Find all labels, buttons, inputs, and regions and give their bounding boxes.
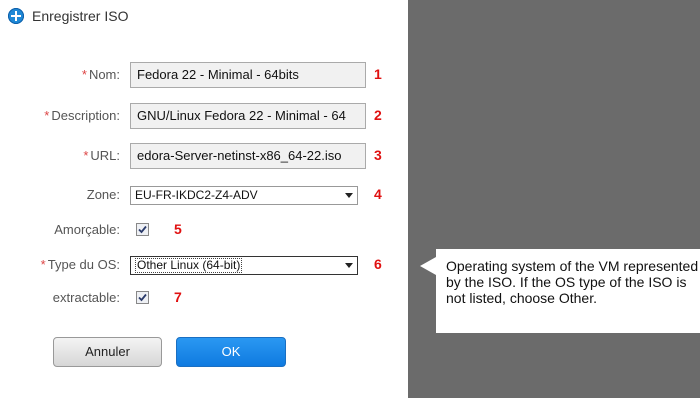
url-row: * URL: edora-Server-netinst-x86_64-22.iso… [0, 143, 408, 169]
name-row: * Nom: Fedora 22 - Minimal - 64bits 1 [0, 62, 408, 88]
dialog-title: Enregistrer ISO [32, 8, 129, 24]
annotation-number-1: 1 [374, 66, 382, 82]
name-label-text: Nom: [88, 67, 120, 82]
plus-circle-icon [8, 8, 24, 24]
extractable-label: extractable: [52, 290, 120, 305]
bootable-checkbox[interactable] [136, 223, 149, 236]
url-label-text: URL: [90, 148, 120, 163]
ok-button[interactable]: OK [176, 337, 286, 367]
cancel-button[interactable]: Annuler [53, 337, 162, 367]
annotation-number-7: 7 [174, 289, 182, 305]
url-label: * URL: [83, 147, 120, 165]
os-type-label: * Type du OS: [41, 256, 120, 274]
checkmark-icon [138, 293, 147, 302]
os-type-selected-value: Other Linux (64-bit) [135, 258, 243, 273]
extractable-checkbox[interactable] [136, 291, 149, 304]
annotation-number-2: 2 [374, 107, 382, 123]
chevron-down-icon [345, 263, 353, 268]
required-marker: * [83, 148, 89, 163]
annotation-number-5: 5 [174, 221, 182, 237]
required-marker: * [40, 257, 46, 272]
os-type-row: * Type du OS: Other Linux (64-bit) 6 [0, 252, 408, 278]
os-type-select[interactable]: Other Linux (64-bit) [130, 256, 358, 275]
extractable-row: extractable: 7 [0, 285, 408, 311]
checkmark-icon [138, 225, 147, 234]
description-input[interactable]: GNU/Linux Fedora 22 - Minimal - 64 [130, 103, 366, 129]
bootable-label: Amorçable: [54, 222, 120, 237]
name-input[interactable]: Fedora 22 - Minimal - 64bits [130, 62, 366, 88]
url-input[interactable]: edora-Server-netinst-x86_64-22.iso [130, 143, 366, 169]
annotation-number-3: 3 [374, 147, 382, 163]
description-label: * Description: [44, 107, 120, 125]
required-marker: * [44, 108, 50, 123]
annotation-number-6: 6 [374, 256, 382, 272]
zone-label: Zone: [86, 187, 120, 202]
description-label-text: Description: [51, 108, 120, 123]
zone-row: Zone: EU-FR-IKDC2-Z4-ADV 4 [0, 182, 408, 208]
required-marker: * [81, 67, 87, 82]
description-row: * Description: GNU/Linux Fedora 22 - Mini… [0, 103, 408, 129]
register-iso-dialog: Enregistrer ISO * Nom: Fedora 22 - Minima… [0, 0, 408, 398]
annotation-number-4: 4 [374, 186, 382, 202]
name-label: * Nom: [82, 66, 120, 84]
zone-selected-value: EU-FR-IKDC2-Z4-ADV [135, 188, 258, 202]
chevron-down-icon [345, 193, 353, 198]
bootable-row: Amorçable: 5 [0, 217, 408, 243]
os-type-tooltip: Operating system of the VM represented b… [420, 249, 700, 333]
os-type-label-text: Type du OS: [47, 257, 120, 272]
zone-select[interactable]: EU-FR-IKDC2-Z4-ADV [130, 186, 358, 205]
